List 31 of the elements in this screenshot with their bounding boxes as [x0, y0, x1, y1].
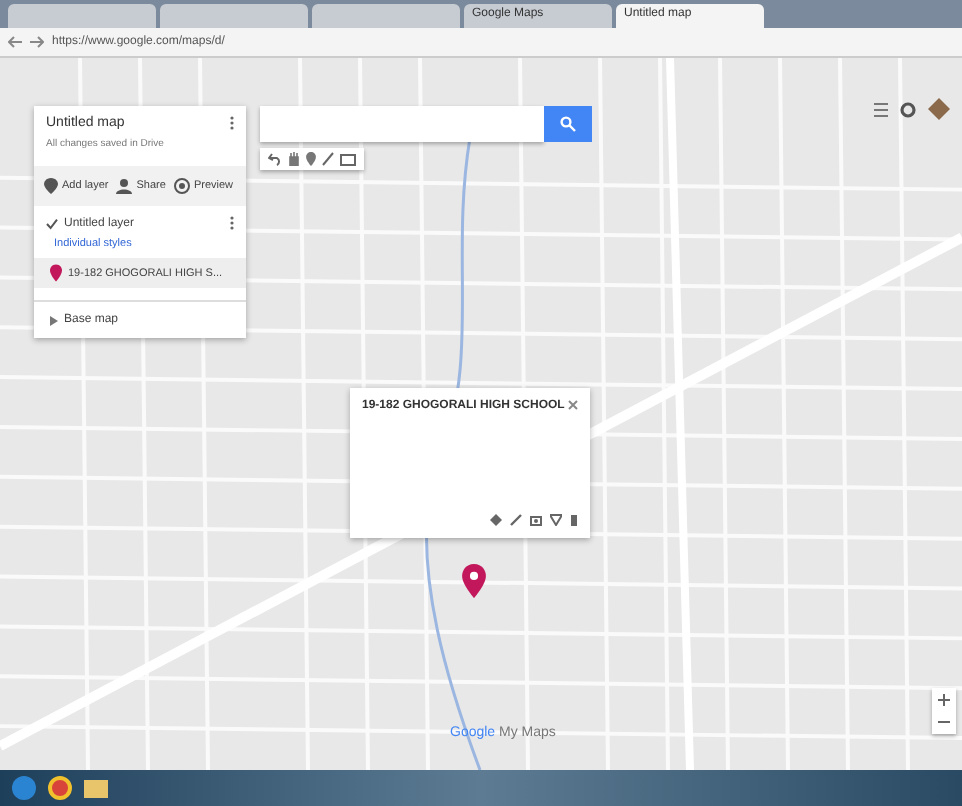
pin-icon[interactable] [306, 152, 316, 166]
search-button[interactable] [544, 106, 592, 142]
pin-icon [50, 264, 62, 282]
avatar-icon[interactable] [928, 98, 950, 120]
map-pin-icon[interactable] [462, 564, 486, 598]
forward-icon[interactable] [30, 36, 44, 48]
undo-icon[interactable] [268, 152, 282, 166]
expand-icon[interactable] [50, 315, 58, 325]
search-icon [560, 116, 576, 132]
line-icon[interactable] [322, 152, 334, 166]
filter-icon[interactable] [550, 514, 562, 526]
hand-icon[interactable] [288, 152, 300, 166]
zoom-in-icon[interactable] [938, 694, 950, 706]
back-icon[interactable] [8, 36, 22, 48]
zoom-out-icon[interactable] [938, 716, 950, 728]
diamond-icon[interactable] [490, 514, 502, 526]
ruler-icon[interactable] [340, 153, 356, 165]
checkbox[interactable] [46, 217, 58, 229]
pin-icon [44, 178, 58, 194]
eye-icon [173, 178, 190, 194]
camera-icon[interactable] [530, 514, 542, 526]
person-icon [116, 178, 133, 194]
close-icon[interactable] [568, 400, 578, 410]
menu-icon[interactable] [874, 101, 888, 117]
edit-icon[interactable] [510, 514, 522, 526]
delete-icon[interactable] [570, 514, 578, 526]
folder-icon[interactable] [84, 779, 108, 797]
browser-icon[interactable] [48, 776, 72, 800]
start-icon[interactable] [12, 776, 36, 800]
circle-icon[interactable] [900, 101, 916, 117]
search-field[interactable] [260, 106, 544, 142]
